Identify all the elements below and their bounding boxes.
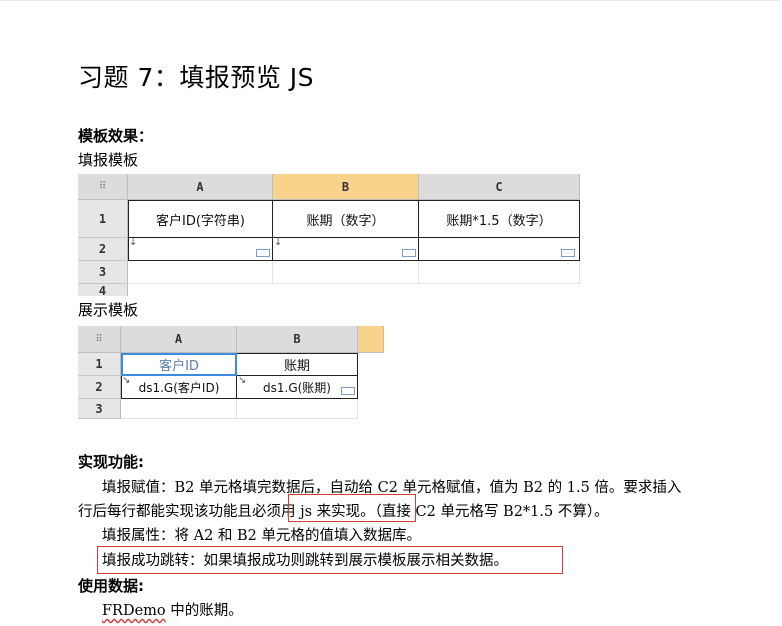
cell-c3[interactable] (419, 261, 580, 284)
column-header-c[interactable] (358, 326, 384, 353)
cell-a3[interactable] (128, 261, 273, 284)
para2: 填报属性：将 A2 和 B2 单元格的值填入数据库。 (102, 528, 422, 544)
textbox-widget-icon (256, 249, 270, 257)
textbox-widget-icon (402, 249, 416, 257)
data-source-line: FRDemo 中的账期。 (102, 599, 243, 620)
cell-b1[interactable]: 账期（数字） (273, 200, 419, 238)
expand-down-icon: ↓ (274, 237, 283, 248)
cell-b3[interactable] (273, 261, 419, 284)
cell-a2[interactable]: ds1.G(客户ID) (121, 376, 237, 399)
textbox-widget-icon (341, 387, 355, 395)
cell-a1[interactable]: 客户ID(字符串) (128, 200, 273, 238)
display-template-label: 展示模板 (78, 301, 139, 319)
column-header-a[interactable]: A (121, 326, 237, 353)
column-header-c[interactable]: C (419, 174, 580, 200)
para1-line2-a: 行后每行都能实现该功能且 (78, 504, 252, 520)
section-data: 使用数据: (78, 577, 144, 595)
expand-down-icon: ↘ (122, 375, 131, 386)
data-source-name: FRDemo (102, 603, 166, 619)
data-source-rest: 中的账期。 (165, 603, 243, 619)
column-header-b[interactable]: B (237, 326, 358, 353)
row-header-2[interactable]: 2 (78, 238, 128, 261)
page-title: 习题 7：填报预览 JS (78, 63, 315, 92)
row-header-4[interactable]: 4 (78, 284, 128, 296)
row-header-2[interactable]: 2 (78, 376, 121, 399)
fill-template-label: 填报模板 (78, 151, 139, 169)
section-template-effect: 模板效果： (78, 127, 154, 145)
document-page: 习题 7：填报预览 JS 模板效果： 填报模板 ⠿ A B C 1 2 3 4 … (0, 0, 782, 626)
highlight-box (288, 494, 416, 522)
cell-b3[interactable] (237, 399, 358, 419)
row-header-3[interactable]: 3 (78, 261, 128, 284)
display-template-sheet: ⠿ A B 1 2 3 客户ID 账期 ds1.G(客户ID) ds1.G(账期… (78, 326, 384, 419)
cell-c2[interactable] (419, 238, 580, 261)
highlight-box (97, 546, 563, 574)
row-header-1[interactable]: 1 (78, 200, 128, 238)
page-top-edge (0, 0, 780, 1)
row-header-3[interactable]: 3 (78, 399, 121, 419)
fill-template-sheet: ⠿ A B C 1 2 3 4 客户ID(字符串) 账期（数字） 账期*1.5（… (78, 174, 580, 296)
column-header-a[interactable]: A (128, 174, 273, 200)
cell-b2[interactable]: ds1.G(账期) (237, 376, 358, 399)
cell-b2[interactable] (273, 238, 419, 261)
cell-a2[interactable] (128, 238, 273, 261)
grid-corner-icon: ⠿ (78, 174, 128, 200)
cell-a1[interactable]: 客户ID (121, 353, 237, 376)
cell-c1[interactable]: 账期*1.5（数字） (419, 200, 580, 238)
cell-a3[interactable] (121, 399, 237, 419)
cell-b1[interactable]: 账期 (237, 353, 358, 376)
section-functions: 实现功能: (78, 453, 144, 471)
column-header-b[interactable]: B (273, 174, 419, 200)
grid-corner-icon: ⠿ (78, 326, 121, 353)
expand-down-icon: ↘ (238, 375, 247, 386)
textbox-widget-icon (561, 249, 575, 257)
expand-down-icon: ↓ (129, 237, 138, 248)
row-header-1[interactable]: 1 (78, 353, 121, 376)
